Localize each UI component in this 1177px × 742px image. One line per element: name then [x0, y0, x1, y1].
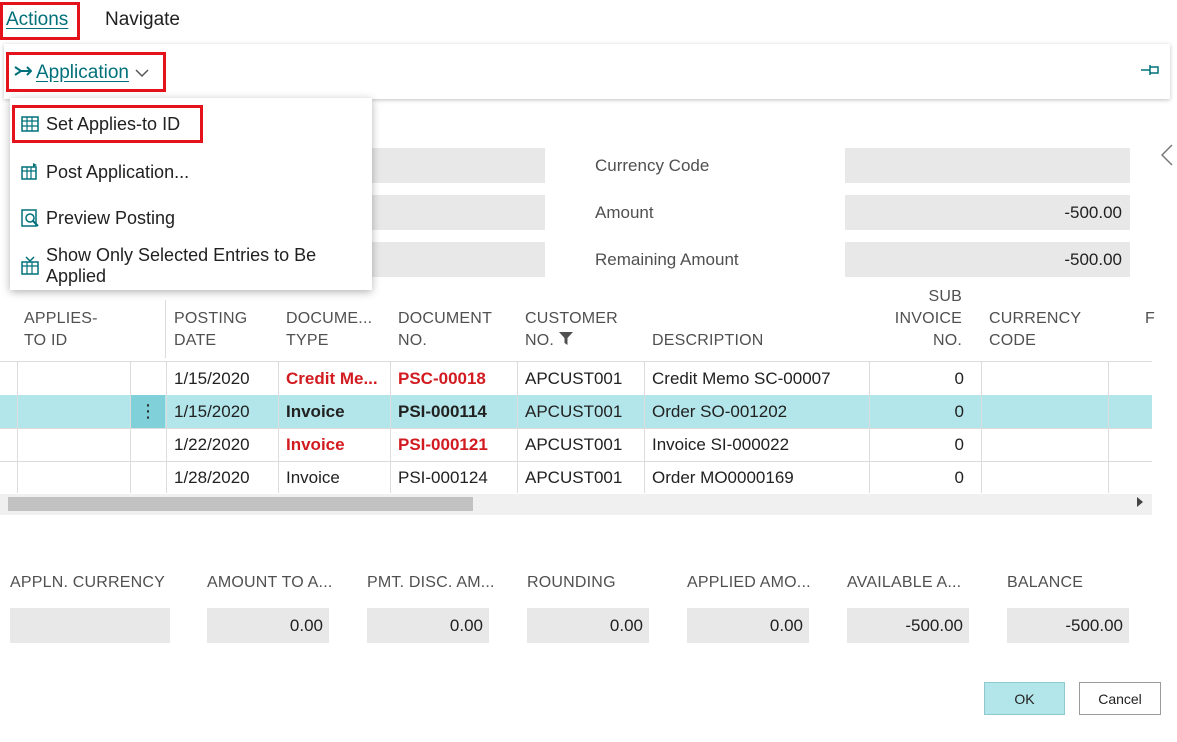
col-header-posting-date[interactable]: POSTING DATE [174, 308, 247, 352]
amount-to-apply-label: AMOUNT TO A... [207, 574, 333, 591]
grid-line [278, 361, 279, 493]
document-type-cell: Invoice [286, 468, 340, 487]
applied-amount-label: APPLIED AMO... [687, 574, 811, 591]
menu-item-label: Show Only Selected Entries to Be Applied [46, 245, 317, 286]
grid-line [17, 361, 18, 493]
horizontal-scrollbar[interactable] [0, 494, 1152, 515]
sub-invoice-no-cell: 0 [954, 369, 964, 388]
set-applies-to-icon [20, 114, 40, 134]
table-row[interactable]: 1/22/2020 Invoice PSI-000121 APCUST001 I… [0, 428, 1152, 462]
table-row[interactable]: 1/28/2020 Invoice PSI-000124 APCUST001 O… [0, 461, 1152, 495]
col-header-truncated[interactable]: F [1145, 308, 1155, 330]
customer-no-cell: APCUST001 [525, 369, 623, 388]
document-no-cell[interactable]: PSI-000124 [398, 461, 488, 494]
document-type-cell: Invoice [286, 435, 345, 454]
document-type-cell: Credit Me... [286, 369, 378, 388]
document-no-cell[interactable]: PSI-000121 [398, 428, 488, 461]
posting-date-cell: 1/15/2020 [174, 402, 250, 421]
col-header-document-no[interactable]: DOCUMENT NO. [398, 308, 492, 352]
customer-no-cell: APCUST001 [525, 468, 623, 487]
row-menu-button[interactable]: ⋮ [131, 395, 165, 428]
available-amount-field: -500.00 [847, 608, 969, 643]
currency-code-field[interactable] [845, 148, 1130, 183]
col-header-description[interactable]: DESCRIPTION [652, 330, 764, 352]
chevron-left-icon[interactable] [1160, 142, 1173, 173]
show-selected-icon [20, 256, 40, 276]
posting-date-cell: 1/15/2020 [174, 369, 250, 388]
pmt-disc-amount-label: PMT. DISC. AM... [367, 574, 495, 591]
customer-no-cell: APCUST001 [525, 402, 623, 421]
appln-currency-label: APPLN. CURRENCY [10, 574, 166, 591]
menu-item-label: Post Application... [46, 161, 190, 182]
balance-field: -500.00 [1007, 608, 1129, 643]
sub-invoice-no-cell: 0 [954, 402, 964, 421]
description-cell: Invoice SI-000022 [652, 435, 790, 454]
pin-icon[interactable] [1140, 63, 1160, 82]
application-arrow-icon [14, 63, 33, 83]
tab-navigate[interactable]: Navigate [105, 9, 180, 31]
amount-label: Amount [595, 203, 654, 222]
customer-no-cell: APCUST001 [525, 435, 623, 454]
col-header-currency-code[interactable]: CURRENCY CODE [989, 308, 1081, 352]
tab-actions[interactable]: Actions [6, 9, 68, 31]
document-no-cell[interactable]: PSI-000114 [398, 395, 487, 428]
sub-invoice-no-cell: 0 [954, 435, 964, 454]
menu-item-preview-posting[interactable]: Preview Posting [20, 203, 175, 233]
table-row-selected[interactable]: 1/15/2020 Invoice PSI-000114 APCUST001 O… [0, 395, 1152, 429]
menu-item-set-applies-to-id[interactable]: Set Applies-to ID [20, 109, 180, 139]
filter-icon[interactable] [558, 330, 573, 352]
document-type-cell: Invoice [286, 402, 345, 421]
chevron-down-icon [135, 65, 149, 81]
menu-item-show-only-selected[interactable]: Show Only Selected Entries to Be Applied [20, 245, 372, 286]
grid-line [390, 361, 391, 493]
amount-field[interactable]: -500.00 [845, 195, 1130, 230]
grid-line [1108, 361, 1109, 493]
grid-line [517, 361, 518, 493]
grid-line [869, 361, 870, 493]
application-dropdown-menu: Set Applies-to ID Post Application... Pr… [10, 98, 372, 290]
scroll-right-icon[interactable] [1136, 496, 1144, 510]
rounding-field: 0.00 [527, 608, 649, 643]
cancel-button[interactable]: Cancel [1079, 682, 1161, 715]
col-header-applies-to-id[interactable]: APPLIES- TO ID [24, 308, 98, 352]
description-cell: Order SO-001202 [652, 402, 788, 421]
available-amount-label: AVAILABLE A... [847, 574, 962, 591]
header-divider [165, 300, 166, 358]
application-label: Application [36, 62, 129, 83]
sub-invoice-no-cell: 0 [954, 468, 964, 487]
currency-code-label: Currency Code [595, 156, 710, 175]
remaining-amount-label: Remaining Amount [595, 250, 739, 269]
preview-posting-icon [20, 208, 40, 228]
grid-line [981, 361, 982, 493]
grid-line [644, 361, 645, 493]
post-application-icon [20, 162, 40, 182]
rounding-label: ROUNDING [527, 574, 616, 591]
action-bar: Application [4, 44, 1170, 99]
application-menu-button[interactable]: Application [14, 62, 149, 84]
remaining-amount-field[interactable]: -500.00 [845, 242, 1130, 277]
ok-button[interactable]: OK [984, 682, 1065, 715]
menu-item-post-application[interactable]: Post Application... [20, 157, 189, 187]
posting-date-cell: 1/22/2020 [174, 435, 250, 454]
grid-line [166, 361, 167, 493]
amount-to-apply-field: 0.00 [207, 608, 329, 643]
description-cell: Credit Memo SC-00007 [652, 369, 831, 388]
col-header-sub-invoice-no[interactable]: SUB INVOICE NO. [890, 286, 962, 352]
pmt-disc-amount-field: 0.00 [367, 608, 489, 643]
menu-item-label: Set Applies-to ID [46, 113, 181, 134]
table-row[interactable]: 1/15/2020 Credit Me... PSC-00018 APCUST0… [0, 362, 1152, 396]
scrollbar-thumb[interactable] [8, 497, 473, 511]
col-header-document-type[interactable]: DOCUME... TYPE [286, 308, 372, 352]
description-cell: Order MO0000169 [652, 468, 794, 487]
document-no-cell[interactable]: PSC-00018 [398, 362, 486, 395]
appln-currency-field [10, 608, 170, 643]
col-header-customer-no[interactable]: CUSTOMER NO. [525, 308, 618, 352]
posting-date-cell: 1/28/2020 [174, 468, 250, 487]
balance-label: BALANCE [1007, 574, 1084, 591]
menu-item-label: Preview Posting [46, 207, 176, 228]
applied-amount-field: 0.00 [687, 608, 809, 643]
